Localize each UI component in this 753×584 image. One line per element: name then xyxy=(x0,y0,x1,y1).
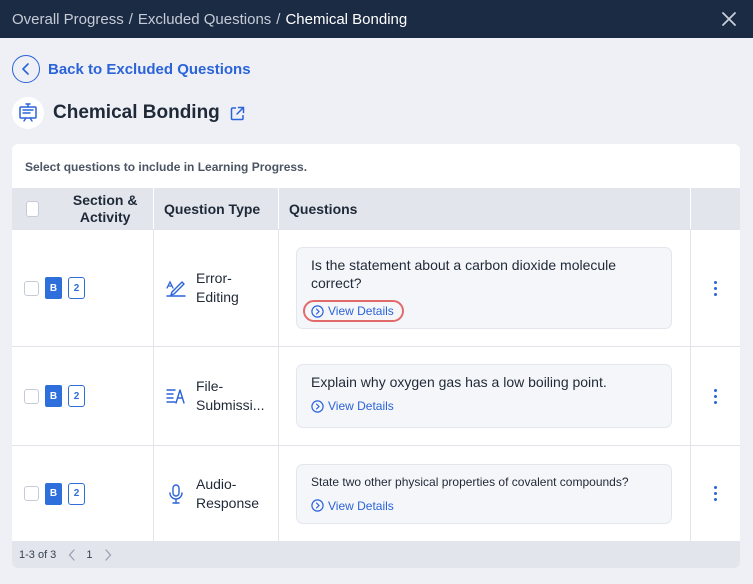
row-checkbox[interactable] xyxy=(24,388,39,404)
select-all-checkbox[interactable] xyxy=(26,200,40,217)
question-type-cell: Error-Editing xyxy=(154,230,279,346)
question-cell: Explain why oxygen gas has a low boiling… xyxy=(279,347,691,445)
question-text: State two other physical properties of c… xyxy=(311,474,629,489)
pen-edit-icon xyxy=(164,276,188,300)
column-header-question-type: Question Type xyxy=(154,188,279,229)
questions-card: Select questions to include in Learning … xyxy=(12,144,740,568)
current-page-number[interactable]: 1 xyxy=(86,549,92,561)
breadcrumb-item-excluded-questions[interactable]: Excluded Questions xyxy=(138,11,271,28)
file-text-icon xyxy=(164,384,188,408)
prev-page-button[interactable] xyxy=(68,548,76,561)
next-page-button[interactable] xyxy=(104,548,112,561)
row-checkbox[interactable] xyxy=(24,280,39,296)
section-badge: B xyxy=(45,385,62,407)
chapter-board-icon xyxy=(12,97,44,129)
question-box: State two other physical properties of c… xyxy=(296,463,672,524)
question-text: Explain why oxygen gas has a low boiling… xyxy=(311,374,607,390)
page-title: Chemical Bonding xyxy=(53,102,220,123)
row-menu-button[interactable] xyxy=(691,230,740,346)
title-bar: Overall Progress / Excluded Questions / … xyxy=(0,0,753,38)
question-cell: State two other physical properties of c… xyxy=(279,446,691,541)
section-badge: B xyxy=(45,277,62,299)
header-section-activity: Section & Activity xyxy=(12,188,154,229)
breadcrumb-separator: / xyxy=(128,10,133,28)
more-vertical-icon xyxy=(714,486,717,501)
section-activity-cell: B 2 xyxy=(12,347,154,445)
instruction-text: Select questions to include in Learning … xyxy=(25,160,308,174)
question-box: Explain why oxygen gas has a low boiling… xyxy=(296,364,672,428)
question-type-cell: Audio-Response xyxy=(154,446,279,541)
question-text: Is the statement about a carbon dioxide … xyxy=(311,257,617,291)
view-details-label: View Details xyxy=(328,498,394,513)
section-activity-cell: B 2 xyxy=(12,446,154,541)
column-header-actions xyxy=(691,188,740,229)
question-type-label: Error-Editing xyxy=(196,270,239,305)
chevron-right-circle-icon xyxy=(311,399,324,413)
row-menu-button[interactable] xyxy=(691,446,740,541)
section-badge: B xyxy=(45,482,62,505)
close-icon[interactable] xyxy=(719,9,739,29)
table-header: Section & Activity Question Type Questio… xyxy=(12,188,740,229)
question-type-label: File-Submissi... xyxy=(196,378,265,413)
back-button[interactable]: Back to Excluded Questions xyxy=(12,55,251,83)
view-details-link[interactable]: View Details xyxy=(311,499,394,513)
view-details-label: View Details xyxy=(328,304,394,318)
view-details-link[interactable]: View Details xyxy=(303,300,404,322)
section-activity-cell: B 2 xyxy=(12,230,154,346)
pagination-bar: 1-3 of 3 1 xyxy=(12,541,740,568)
more-vertical-icon xyxy=(714,280,717,296)
activity-badge: 2 xyxy=(68,385,85,407)
table-row: B 2 Audio-Response State two other physi… xyxy=(12,445,740,541)
view-details-link[interactable]: View Details xyxy=(311,399,394,413)
pagination-range: 1-3 of 3 xyxy=(19,548,57,561)
breadcrumb-separator: / xyxy=(276,10,281,28)
row-checkbox[interactable] xyxy=(24,486,39,501)
row-menu-button[interactable] xyxy=(691,347,740,445)
table-row: B 2 File-Submissi... Explain why oxygen … xyxy=(12,346,740,445)
question-type-label: Audio-Response xyxy=(196,475,260,511)
question-box: Is the statement about a carbon dioxide … xyxy=(296,247,672,329)
back-button-label: Back to Excluded Questions xyxy=(48,60,251,78)
question-cell: Is the statement about a carbon dioxide … xyxy=(279,230,691,346)
chevron-right-circle-icon xyxy=(311,499,324,512)
chevron-right-circle-icon xyxy=(311,304,324,318)
breadcrumb-current: Chemical Bonding xyxy=(285,10,408,28)
activity-badge: 2 xyxy=(68,277,85,299)
chevron-left-icon xyxy=(68,548,75,561)
view-details-label: View Details xyxy=(328,399,394,413)
chevron-right-icon xyxy=(105,548,112,561)
activity-badge: 2 xyxy=(68,482,85,505)
column-header-section-activity: Section & Activity xyxy=(72,191,138,225)
breadcrumb-item-overall-progress[interactable]: Overall Progress xyxy=(12,11,124,28)
chevron-left-icon xyxy=(12,55,40,83)
page-header: Chemical Bonding xyxy=(12,97,245,129)
question-type-cell: File-Submissi... xyxy=(154,347,279,445)
column-header-questions: Questions xyxy=(279,188,691,229)
microphone-icon xyxy=(164,482,188,506)
more-vertical-icon xyxy=(714,388,717,404)
table-row: B 2 Error-Editing Is the statement about… xyxy=(12,229,740,346)
external-link-icon[interactable] xyxy=(230,106,245,121)
